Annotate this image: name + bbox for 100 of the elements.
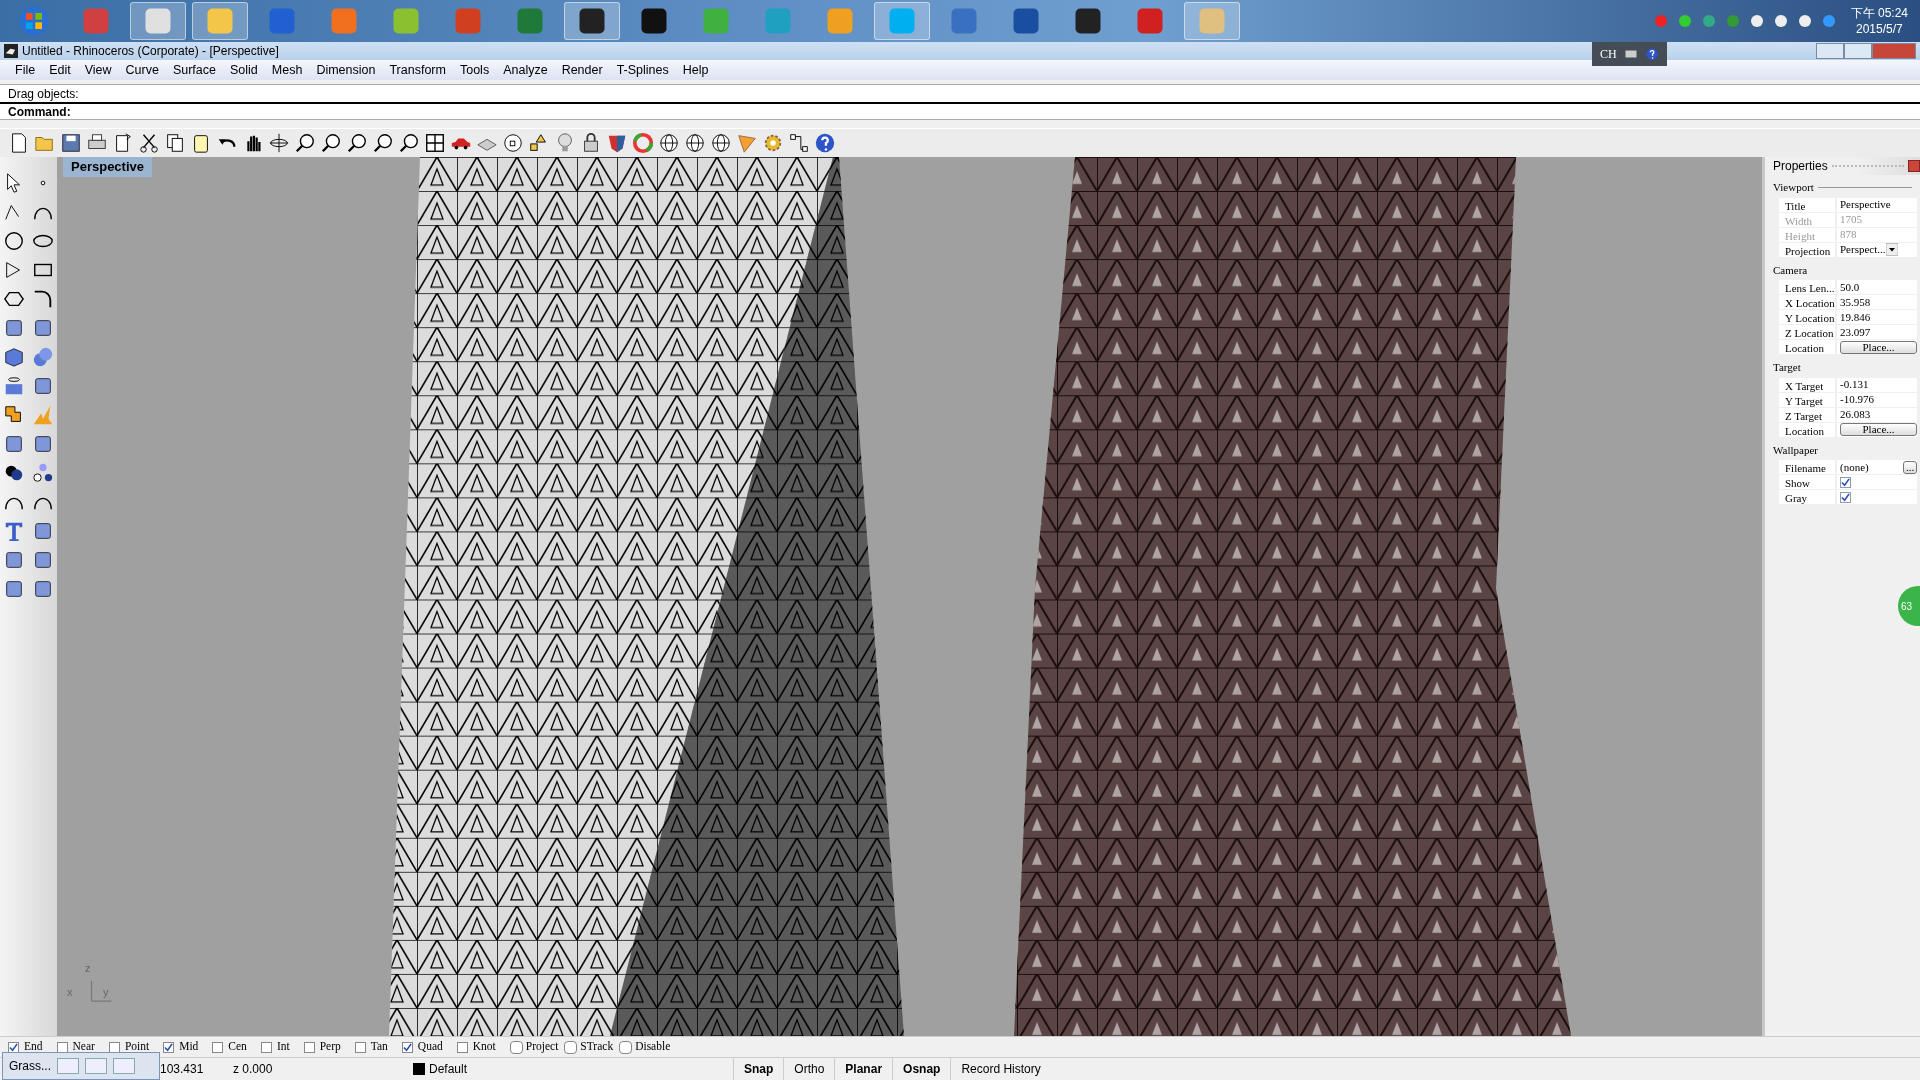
minimize-button[interactable] <box>1816 43 1844 59</box>
checkbox[interactable] <box>619 1040 633 1054</box>
menu-item[interactable]: Curve <box>118 60 166 80</box>
fillet-icon[interactable] <box>32 288 54 310</box>
osnap-label: Point <box>124 1039 150 1055</box>
status-toggle[interactable]: Planar <box>834 1057 893 1080</box>
property-value[interactable]: -0.131 <box>1837 377 1917 393</box>
checkbox[interactable] <box>56 1041 68 1053</box>
help-icon[interactable] <box>1644 47 1659 61</box>
checkbox[interactable] <box>303 1041 315 1053</box>
osnap-label: Int <box>276 1039 290 1055</box>
zoom-icon[interactable] <box>372 132 394 154</box>
cut-icon[interactable] <box>138 132 160 154</box>
dots-icon[interactable] <box>32 462 54 484</box>
clock-time: 下午 05:24 <box>1850 5 1908 21</box>
sphere-icon[interactable] <box>684 132 706 154</box>
checkbox[interactable] <box>163 1041 175 1053</box>
property-value[interactable]: Perspective <box>1837 197 1917 213</box>
osnap-label: STrack <box>580 1039 614 1055</box>
menu-item[interactable]: Surface <box>165 60 223 80</box>
cube-icon[interactable] <box>3 346 25 368</box>
grid-icon[interactable] <box>424 132 446 154</box>
app-icon[interactable] <box>577 6 607 36</box>
cylinder-icon[interactable] <box>3 375 25 397</box>
gear-icon[interactable] <box>762 132 784 154</box>
copy-icon[interactable] <box>164 132 186 154</box>
tray-icon[interactable] <box>1676 13 1693 29</box>
menu-item[interactable]: Dimension <box>309 60 383 80</box>
app-icon[interactable] <box>639 6 669 36</box>
panel-title: Grass... <box>9 1058 51 1075</box>
property-label: Title <box>1779 197 1837 213</box>
property-value[interactable]: 50.0 <box>1837 280 1917 295</box>
menu-item[interactable]: Analyze <box>496 60 555 80</box>
checkbox[interactable] <box>212 1041 224 1053</box>
zoom-icon[interactable] <box>320 132 342 154</box>
property-label: Show <box>1779 475 1837 490</box>
status-toggle[interactable]: Ortho <box>783 1057 835 1080</box>
status-toggle[interactable]: Record History <box>950 1057 1051 1080</box>
property-value[interactable]: 23.097 <box>1837 325 1917 340</box>
checkbox[interactable] <box>401 1041 413 1053</box>
language-indicator[interactable]: CH <box>1600 45 1617 63</box>
viewport-tab[interactable]: Perspective <box>63 157 152 177</box>
place-button[interactable]: Place... <box>1840 423 1917 436</box>
checkbox[interactable] <box>1840 476 1851 488</box>
osnap-label: Knot <box>472 1039 496 1055</box>
browse-button[interactable]: ... <box>1903 460 1917 474</box>
menu-item[interactable]: T-Splines <box>609 60 676 80</box>
layer-name[interactable]: Default <box>429 1059 468 1078</box>
point-circle-icon[interactable] <box>502 132 524 154</box>
app-icon[interactable] <box>1011 6 1041 36</box>
menu-item[interactable]: Render <box>554 60 610 80</box>
circle-icon[interactable] <box>3 230 25 252</box>
checkbox[interactable] <box>456 1041 468 1053</box>
section-heading: Camera <box>1773 263 1808 276</box>
checkbox[interactable] <box>354 1041 366 1053</box>
tray-icon[interactable] <box>1796 13 1813 29</box>
zoom-icon[interactable] <box>398 132 420 154</box>
color-wheel-icon[interactable] <box>632 132 654 154</box>
layout-icon[interactable] <box>788 132 810 154</box>
tray-icon[interactable] <box>1820 13 1837 29</box>
zoom-icon[interactable] <box>346 132 368 154</box>
dropdown-arrow-icon[interactable] <box>1885 243 1898 256</box>
checkbox[interactable] <box>564 1040 578 1054</box>
text-icon[interactable] <box>3 520 25 542</box>
sphere-icon[interactable] <box>710 132 732 154</box>
status-toggle[interactable]: Snap <box>733 1057 784 1080</box>
move-icon[interactable] <box>268 132 290 154</box>
menu-item[interactable]: Solid <box>223 60 265 80</box>
menu-item[interactable]: Help <box>675 60 716 80</box>
tray-icon[interactable] <box>1772 13 1789 29</box>
place-button[interactable]: Place... <box>1840 340 1917 354</box>
clock-date: 2015/5/7 <box>1854 21 1904 37</box>
save-icon[interactable] <box>60 132 82 154</box>
menu-item[interactable]: Mesh <box>264 60 310 80</box>
section-heading: Viewport <box>1773 180 1814 195</box>
coordinate-z: z 0.000 <box>233 1060 274 1078</box>
rhino-app-icon[interactable] <box>4 44 18 58</box>
command-prompt: Command: <box>8 103 71 121</box>
status-toggle[interactable]: Osnap <box>892 1057 951 1080</box>
menu-item[interactable]: File <box>8 60 43 80</box>
menu-item[interactable]: View <box>77 60 119 80</box>
tray-icon[interactable] <box>1748 13 1765 29</box>
app-icon[interactable] <box>1073 6 1103 36</box>
property-value[interactable]: 35.958 <box>1837 295 1917 310</box>
checkbox[interactable] <box>108 1041 120 1053</box>
property-value[interactable]: 19.846 <box>1837 310 1917 325</box>
checkbox[interactable] <box>1840 491 1851 503</box>
help-icon[interactable] <box>814 132 836 154</box>
start-orb-icon[interactable] <box>18 5 50 37</box>
menu-item[interactable]: Transform <box>382 60 453 80</box>
checkbox[interactable] <box>509 1040 523 1054</box>
spheres-icon[interactable] <box>32 346 54 368</box>
restore-button[interactable] <box>1844 43 1872 59</box>
menu-item[interactable]: Tools <box>452 60 497 80</box>
sphere-icon[interactable] <box>658 132 680 154</box>
zoom-icon[interactable] <box>294 132 316 154</box>
menu-item[interactable]: Edit <box>42 60 78 80</box>
property-label: Y Location <box>1779 310 1837 325</box>
property-label: X Location <box>1779 295 1837 310</box>
checkbox[interactable] <box>260 1041 272 1053</box>
